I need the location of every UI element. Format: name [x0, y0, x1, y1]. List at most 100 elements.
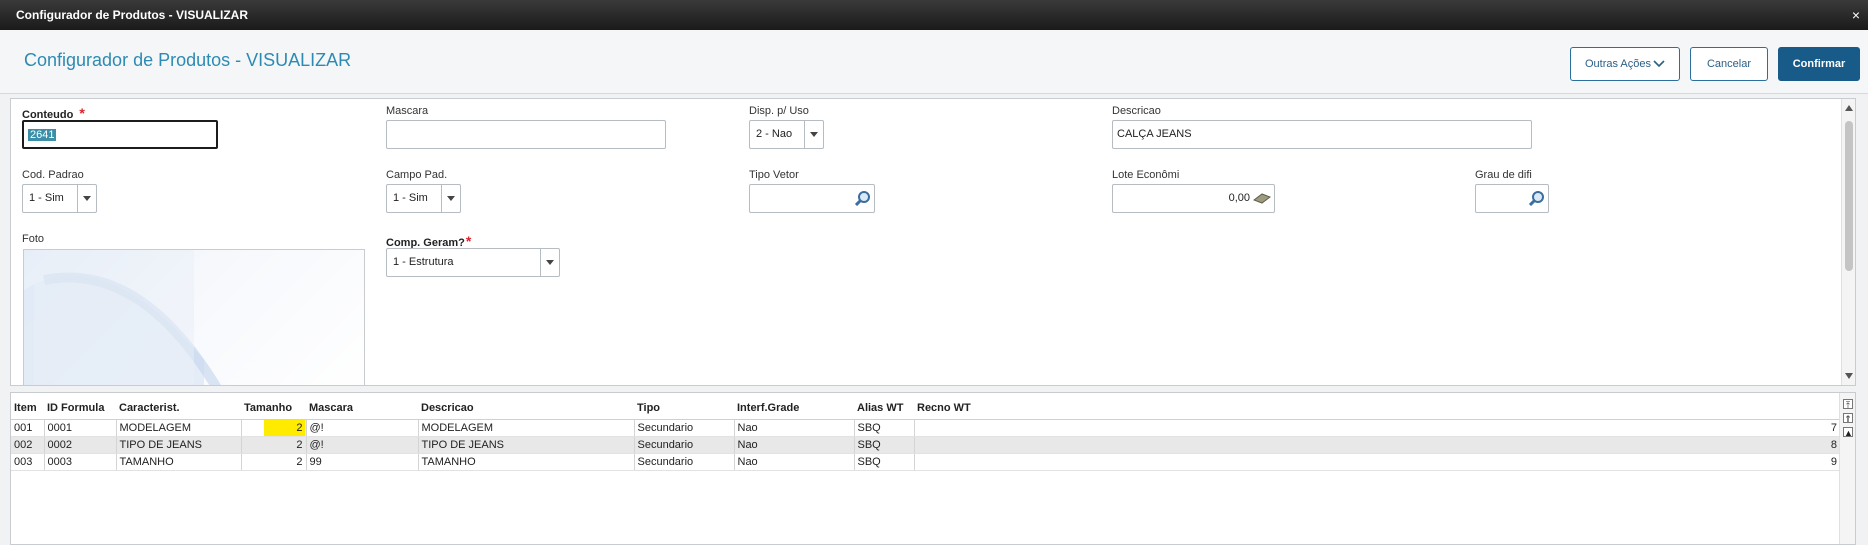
comp-geram-value: 1 - Estrutura: [393, 256, 454, 268]
chevron-down-icon[interactable]: [441, 185, 460, 212]
close-icon[interactable]: ×: [1852, 0, 1860, 30]
col-tamanho[interactable]: Tamanho: [241, 397, 306, 420]
scroll-down-icon[interactable]: [1845, 373, 1853, 379]
cell-recno-wt: 7: [914, 419, 1841, 437]
col-recno-wt[interactable]: Recno WT: [914, 397, 1841, 420]
cell-tamanho: 2: [241, 436, 307, 454]
chevron-down-icon[interactable]: [540, 249, 559, 276]
cell-caracterist: TIPO DE JEANS: [116, 436, 242, 454]
cancelar-button[interactable]: Cancelar: [1690, 47, 1768, 81]
form-scrollbar[interactable]: [1841, 99, 1855, 385]
grid-navigation: ⤒ ⇑ ▲: [1839, 393, 1855, 544]
descricao-label: Descricao: [1112, 105, 1161, 117]
row-up-icon[interactable]: ▲: [1843, 427, 1853, 438]
foto-label: Foto: [22, 233, 45, 245]
col-interf-grade[interactable]: Interf.Grade: [734, 397, 854, 420]
disp-uso-select[interactable]: 2 - Nao: [749, 120, 824, 149]
col-caracterist[interactable]: Caracterist.: [116, 397, 241, 420]
conteudo-label: Conteudo *: [22, 105, 85, 121]
campo-pad-value: 1 - Sim: [393, 192, 428, 204]
chevron-down-icon[interactable]: [804, 121, 823, 148]
cell-recno-wt: 8: [914, 436, 1841, 454]
grid-table: Item ID Formula Caracterist. Tamanho Mas…: [11, 397, 1841, 471]
chevron-down-icon: [1653, 60, 1665, 68]
search-icon[interactable]: [855, 190, 871, 206]
cell-descricao: TIPO DE JEANS: [418, 436, 635, 454]
scroll-thumb[interactable]: [1845, 121, 1853, 271]
mascara-label: Mascara: [386, 105, 429, 117]
lote-economi-label: Lote Econômi: [1112, 169, 1180, 181]
mascara-input[interactable]: [386, 120, 666, 149]
cell-caracterist: MODELAGEM: [116, 419, 242, 437]
search-icon[interactable]: [1529, 190, 1545, 206]
cod-padrao-value: 1 - Sim: [29, 192, 64, 204]
first-page-icon[interactable]: ⤒: [1843, 399, 1853, 410]
campo-pad-select[interactable]: 1 - Sim: [386, 184, 461, 213]
col-descricao[interactable]: Descricao: [418, 397, 634, 420]
cell-tamanho: 2: [241, 419, 307, 437]
grau-difi-input[interactable]: [1475, 184, 1549, 213]
table-row[interactable]: 003 0003 TAMANHO 2 99 TAMANHO Secundario…: [11, 453, 1841, 471]
cod-padrao-select[interactable]: 1 - Sim: [22, 184, 97, 213]
photo-placeholder-icon: [24, 250, 221, 385]
col-mascara[interactable]: Mascara: [306, 397, 418, 420]
tipo-vetor-label: Tipo Vetor: [749, 169, 799, 181]
outras-acoes-button[interactable]: Outras Ações: [1570, 47, 1680, 81]
cell-tipo: Secundario: [634, 419, 735, 437]
conteudo-input[interactable]: 2641: [22, 120, 218, 149]
cell-interf-grade: Nao: [734, 419, 855, 437]
confirmar-button[interactable]: Confirmar: [1778, 47, 1860, 81]
descricao-input[interactable]: CALÇA JEANS: [1112, 120, 1532, 149]
cod-padrao-label: Cod. Padrao: [22, 169, 84, 181]
cell-id-formula: 0002: [44, 436, 117, 454]
cell-interf-grade: Nao: [734, 436, 855, 454]
required-marker: *: [79, 105, 85, 121]
form-panel: Conteudo * 2641 Mascara Disp. p/ Uso 2 - …: [10, 98, 1856, 386]
required-marker: *: [465, 233, 472, 249]
foto-image[interactable]: [23, 249, 365, 385]
disp-uso-label: Disp. p/ Uso: [749, 105, 809, 117]
comp-geram-select[interactable]: 1 - Estrutura: [386, 248, 560, 277]
title-bar: Configurador de Produtos - VISUALIZAR ×: [0, 0, 1868, 30]
tipo-vetor-input[interactable]: [749, 184, 875, 213]
comp-geram-label: Comp. Geram?*: [386, 233, 472, 249]
table-row[interactable]: 002 0002 TIPO DE JEANS 2 @! TIPO DE JEAN…: [11, 436, 1841, 454]
outras-acoes-label: Outras Ações: [1584, 58, 1652, 70]
lote-economi-input[interactable]: 0,00: [1112, 184, 1275, 213]
page-header: Configurador de Produtos - VISUALIZAR Ou…: [0, 30, 1868, 94]
characteristics-grid: Item ID Formula Caracterist. Tamanho Mas…: [10, 392, 1856, 545]
cell-mascara: @!: [306, 419, 419, 437]
lote-economi-value: 0,00: [1228, 192, 1250, 204]
chevron-down-icon[interactable]: [77, 185, 96, 212]
table-row[interactable]: 001 0001 MODELAGEM 2 @! MODELAGEM Secund…: [11, 419, 1841, 437]
grid-header-row: Item ID Formula Caracterist. Tamanho Mas…: [11, 397, 1841, 420]
col-id-formula[interactable]: ID Formula: [44, 397, 116, 420]
conteudo-value: 2641: [28, 129, 57, 141]
campo-pad-label: Campo Pad.: [386, 169, 448, 181]
page-title: Configurador de Produtos - VISUALIZAR: [24, 50, 352, 70]
cell-item: 001: [11, 419, 45, 437]
cell-tipo: Secundario: [634, 436, 735, 454]
disp-uso-value: 2 - Nao: [756, 128, 793, 140]
scroll-up-icon[interactable]: [1845, 105, 1853, 111]
calculator-icon[interactable]: [1253, 192, 1271, 204]
col-tipo[interactable]: Tipo: [634, 397, 734, 420]
cell-mascara: 99: [306, 453, 419, 471]
cell-descricao: TAMANHO: [418, 453, 635, 471]
page-up-icon[interactable]: ⇑: [1843, 413, 1853, 424]
col-item[interactable]: Item: [11, 397, 44, 420]
cell-item: 003: [11, 453, 45, 471]
cell-interf-grade: Nao: [734, 453, 855, 471]
dialog-window: Configurador de Produtos - VISUALIZAR × …: [0, 0, 1868, 545]
cell-item: 002: [11, 436, 45, 454]
cell-id-formula: 0001: [44, 419, 117, 437]
cell-alias-wt: SBQ: [854, 419, 915, 437]
window-title: Configurador de Produtos - VISUALIZAR: [16, 8, 248, 22]
cell-mascara: @!: [306, 436, 419, 454]
grau-difi-label: Grau de difi: [1475, 169, 1532, 181]
cell-id-formula: 0003: [44, 453, 117, 471]
cell-tamanho: 2: [241, 453, 307, 471]
cell-alias-wt: SBQ: [854, 453, 915, 471]
col-alias-wt[interactable]: Alias WT: [854, 397, 914, 420]
cell-caracterist: TAMANHO: [116, 453, 242, 471]
